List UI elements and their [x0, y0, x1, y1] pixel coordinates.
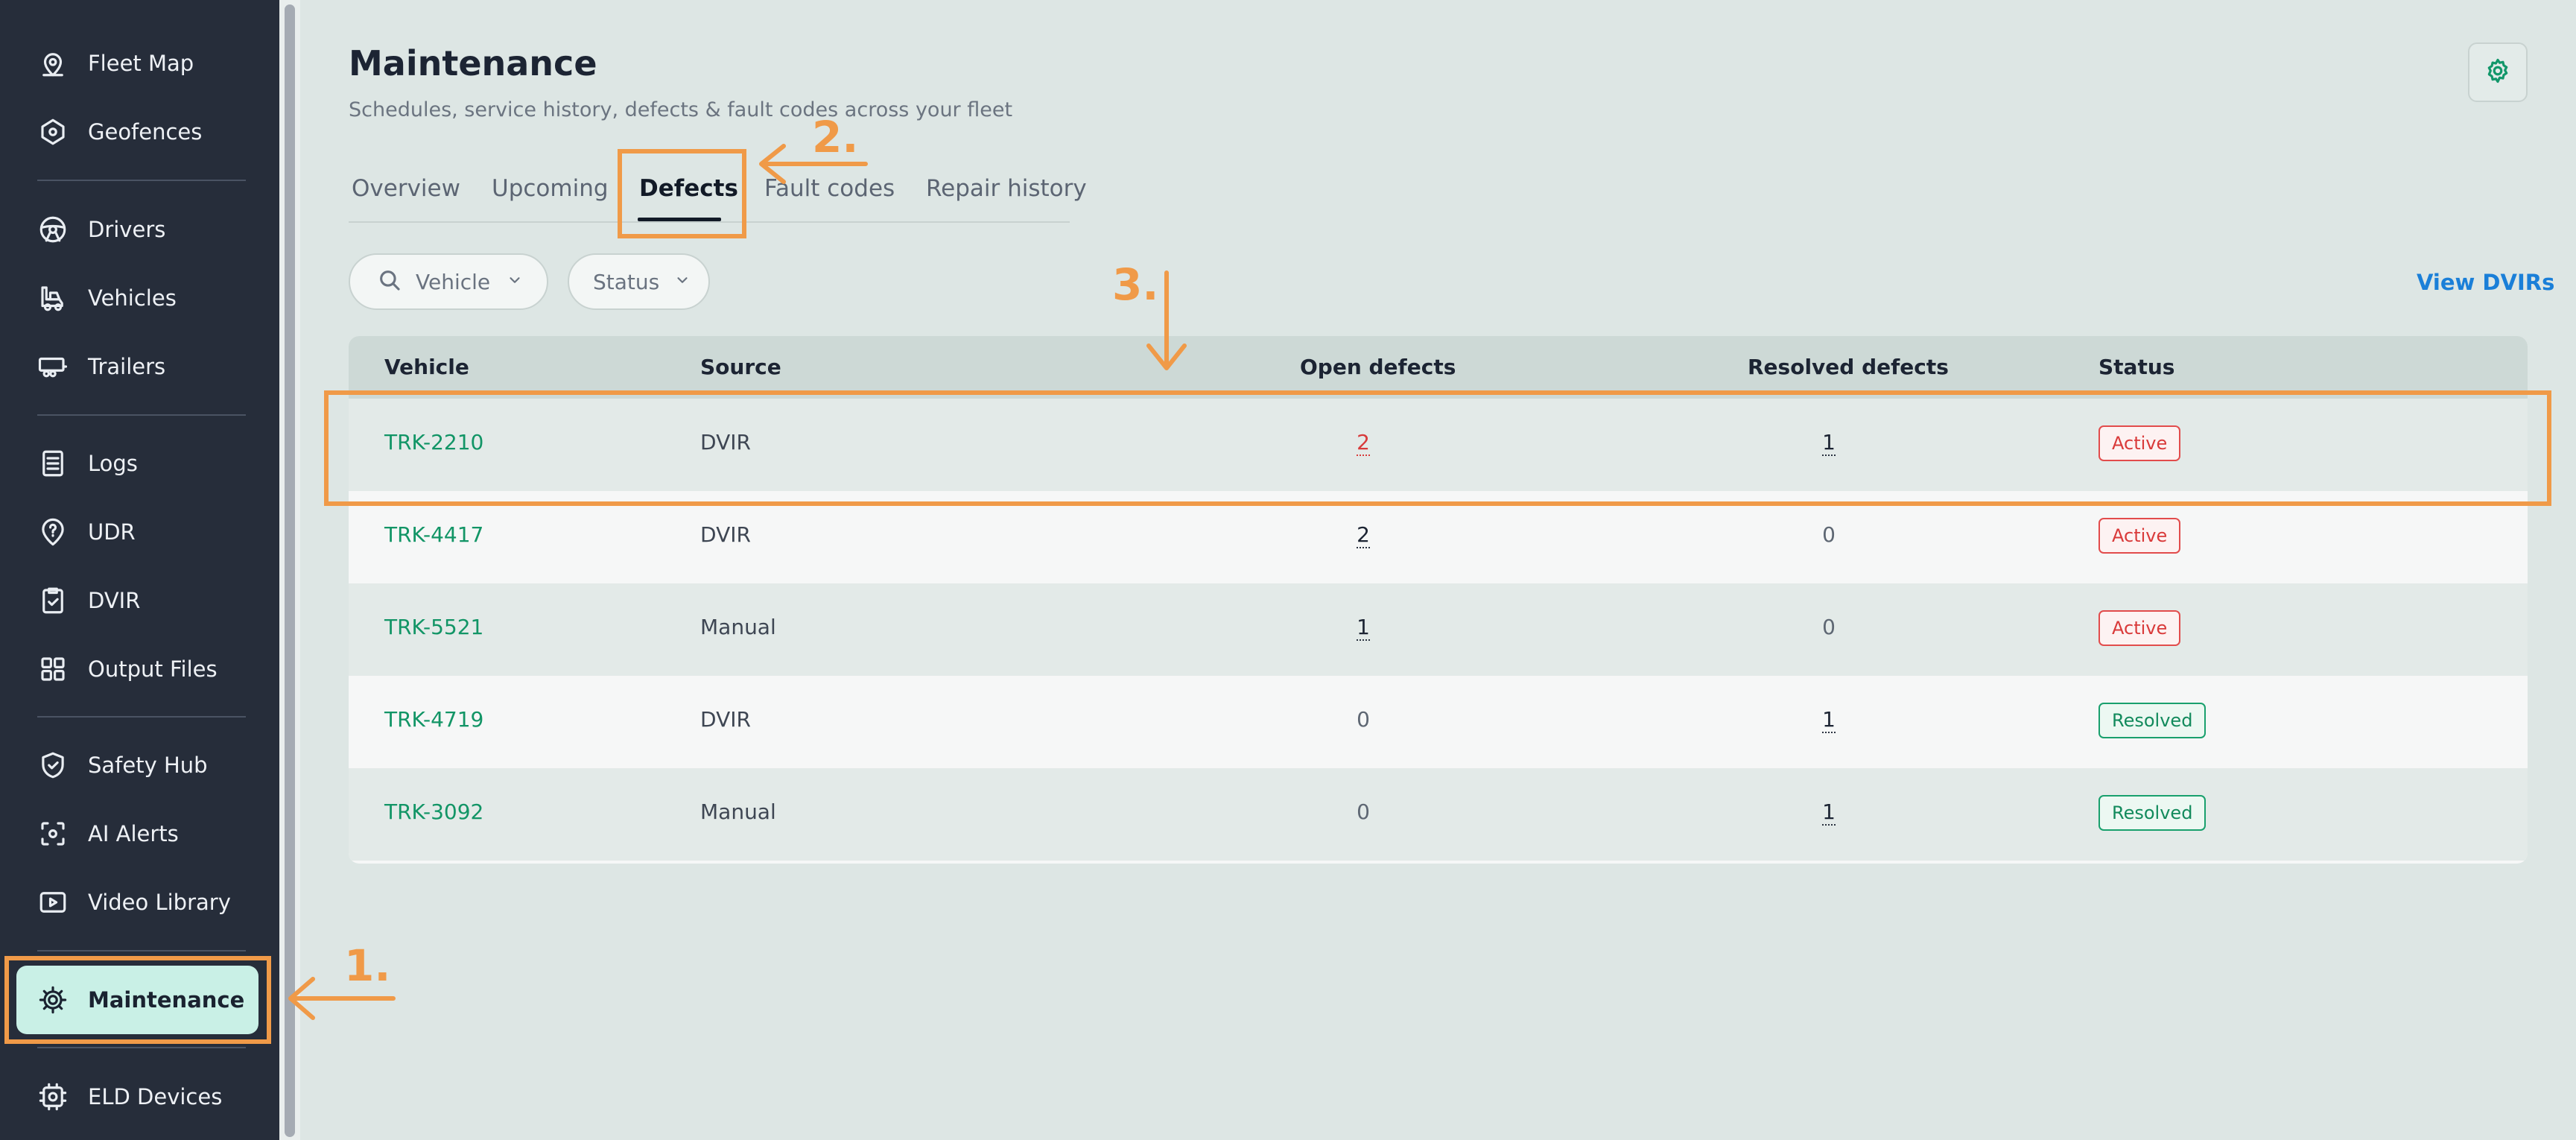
status-badge: Active	[2098, 610, 2181, 646]
sidebar-item-label: Drivers	[88, 217, 166, 242]
sidebar-item-label: ELD Devices	[88, 1084, 223, 1109]
truck-icon	[36, 281, 70, 315]
ai-scan-icon	[36, 817, 70, 851]
sidebar-item-label: UDR	[88, 519, 136, 545]
sidebar-item-label: DVIR	[88, 588, 141, 613]
video-icon	[36, 885, 70, 919]
open-defects-count: 0	[1357, 799, 1370, 824]
annotation-arrow-left	[283, 976, 396, 1024]
settings-button[interactable]	[2468, 42, 2528, 102]
source-cell: DVIR	[700, 707, 751, 732]
column-header-source[interactable]: Source	[700, 355, 781, 379]
map-pin-icon	[36, 46, 70, 80]
sidebar-item-fleet-map[interactable]: Fleet Map	[16, 29, 262, 98]
table-header: Vehicle Source Open defects Resolved def…	[349, 336, 2528, 399]
resolved-defects-count[interactable]: 1	[1806, 707, 1851, 733]
chevron-down-icon	[507, 272, 523, 291]
clipboard-check-icon	[36, 583, 70, 618]
sidebar-item-label: Trailers	[88, 354, 166, 379]
tab-repair-history[interactable]: Repair history	[926, 175, 1087, 202]
open-defects-count[interactable]: 2	[1341, 522, 1386, 548]
resolved-defects-count[interactable]: 1	[1806, 799, 1851, 826]
column-header-open-defects[interactable]: Open defects	[1300, 355, 1456, 379]
sidebar-item-safety-hub[interactable]: Safety Hub	[16, 731, 262, 799]
sidebar-divider	[37, 180, 246, 181]
tab-upcoming[interactable]: Upcoming	[492, 175, 609, 202]
sidebar-item-trailers[interactable]: Trailers	[16, 332, 262, 401]
column-header-status[interactable]: Status	[2098, 355, 2174, 379]
status-badge: Active	[2098, 518, 2181, 554]
sidebar-item-video-library[interactable]: Video Library	[16, 868, 262, 937]
sidebar-divider	[37, 950, 246, 951]
logs-icon	[36, 446, 70, 481]
sidebar-item-dvir[interactable]: DVIR	[16, 566, 262, 635]
annotation-box-maintenance	[4, 956, 271, 1044]
view-dvirs-link[interactable]: View DVIRs	[2417, 270, 2554, 295]
eld-device-icon	[36, 1080, 70, 1114]
sidebar-item-label: Video Library	[88, 890, 231, 915]
status-filter-label: Status	[593, 269, 660, 294]
vehicle-link[interactable]: TRK-4417	[384, 522, 483, 547]
vehicle-filter-label: Vehicle	[416, 269, 491, 294]
page-title: Maintenance	[349, 43, 597, 83]
sidebar-item-logs[interactable]: Logs	[16, 429, 262, 498]
search-icon	[377, 267, 402, 296]
resolved-defects-count: 0	[1822, 615, 1836, 639]
tab-overview[interactable]: Overview	[352, 175, 460, 202]
sidebar-item-label: Output Files	[88, 656, 218, 682]
sidebar-item-label: Geofences	[88, 119, 203, 145]
gear-icon	[2484, 57, 2512, 88]
vehicle-link[interactable]: TRK-3092	[384, 799, 483, 824]
sidebar-item-label: Vehicles	[88, 285, 177, 311]
annotation-arrow-down	[1146, 270, 1192, 379]
sidebar-item-vehicles[interactable]: Vehicles	[16, 264, 262, 332]
vehicle-link[interactable]: TRK-5521	[384, 615, 483, 639]
sidebar-scrollbar-thumb[interactable]	[285, 4, 295, 1137]
sidebar-item-udr[interactable]: UDR	[16, 498, 262, 566]
annotation-box-defects-tab	[618, 149, 746, 238]
sidebar-item-label: Safety Hub	[88, 753, 208, 778]
status-badge: Resolved	[2098, 703, 2207, 738]
column-header-resolved-defects[interactable]: Resolved defects	[1748, 355, 1949, 379]
sidebar-item-eld-devices[interactable]: ELD Devices	[16, 1063, 262, 1131]
chevron-down-icon	[674, 272, 691, 291]
sidebar-item-ai-alerts[interactable]: AI Alerts	[16, 799, 262, 868]
source-cell: Manual	[700, 799, 776, 824]
steering-wheel-icon	[36, 212, 70, 247]
sidebar-divider	[37, 1047, 246, 1048]
status-badge: Resolved	[2098, 795, 2207, 831]
open-defects-count[interactable]: 1	[1341, 615, 1386, 641]
source-cell: DVIR	[700, 522, 751, 547]
question-pin-icon	[36, 515, 70, 549]
table-row[interactable]: TRK-4719 DVIR 0 1 Resolved	[349, 676, 2528, 768]
trailer-icon	[36, 349, 70, 384]
sidebar-item-label: Logs	[88, 451, 138, 476]
status-filter[interactable]: Status	[568, 253, 710, 310]
vehicle-filter[interactable]: Vehicle	[349, 253, 548, 310]
table-row[interactable]: TRK-3092 Manual 0 1 Resolved	[349, 768, 2528, 861]
sidebar-item-drivers[interactable]: Drivers	[16, 195, 262, 264]
grid-icon	[36, 652, 70, 686]
sidebar-item-label: Fleet Map	[88, 51, 194, 76]
resolved-defects-count: 0	[1822, 522, 1836, 547]
sidebar-item-geofences[interactable]: Geofences	[16, 98, 262, 166]
page-subtitle: Schedules, service history, defects & fa…	[349, 98, 1013, 121]
vehicle-link[interactable]: TRK-4719	[384, 707, 483, 732]
sidebar-divider	[37, 716, 246, 718]
shield-check-icon	[36, 748, 70, 782]
sidebar-item-output-files[interactable]: Output Files	[16, 635, 262, 703]
column-header-vehicle[interactable]: Vehicle	[384, 355, 469, 379]
sidebar-item-label: AI Alerts	[88, 821, 179, 846]
annotation-box-row-trk-2210	[324, 390, 2551, 506]
annotation-arrow-left	[754, 144, 868, 192]
open-defects-count: 0	[1357, 707, 1370, 732]
table-row[interactable]: TRK-5521 Manual 1 0 Active	[349, 583, 2528, 676]
geofence-icon	[36, 115, 70, 149]
source-cell: Manual	[700, 615, 776, 639]
sidebar-divider	[37, 414, 246, 416]
